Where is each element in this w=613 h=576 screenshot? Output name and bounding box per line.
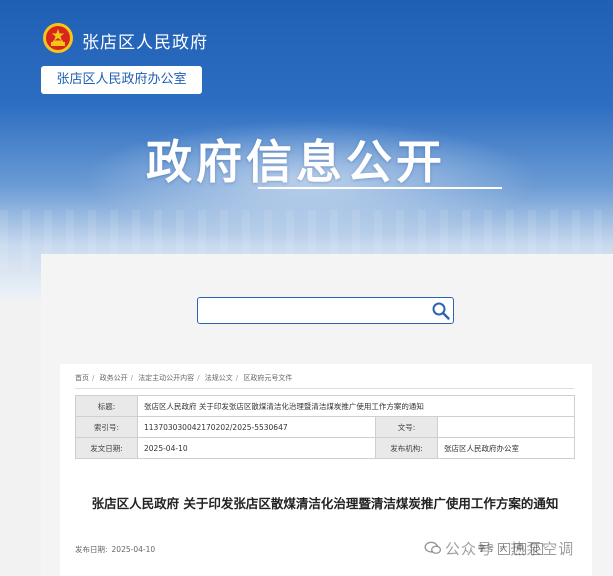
office-tag-button[interactable]: 张店区人民政府办公室 (41, 66, 202, 94)
publish-date-label: 发布日期: (75, 545, 108, 554)
breadcrumb-divider (75, 388, 574, 389)
meta-title-label: 标题: (75, 395, 138, 417)
meta-title-value: 张店区人民政府 关于印发张店区散煤清洁化治理暨清洁煤炭推广使用工作方案的通知 (137, 395, 575, 417)
watermark-text: 公众号 · 热泵空调 (445, 540, 575, 558)
banner-title: 政府信息公开 (146, 135, 446, 189)
article-title: 张店区人民政府 关于印发张店区散煤清洁化治理暨清洁煤炭推广使用工作方案的通知 (91, 496, 559, 511)
breadcrumb-regulations[interactable]: 法规公文 (205, 374, 233, 382)
meta-issuer-label: 发布机构: (375, 437, 438, 459)
meta-issue-date-value: 2025-04-10 (137, 437, 376, 459)
breadcrumb: 首页 / 政务公开 / 法定主动公开内容 / 法规公文 / 区政府元号文件 (75, 373, 295, 383)
meta-docno-value (437, 416, 575, 438)
breadcrumb-gov-affairs[interactable]: 政务公开 (100, 374, 128, 382)
meta-issue-date-label: 发文日期: (75, 437, 138, 459)
breadcrumb-home[interactable]: 首页 (75, 374, 89, 382)
publish-date: 发布日期: 2025-04-10 (75, 544, 159, 555)
breadcrumb-district-docs[interactable]: 区政府元号文件 (243, 374, 292, 382)
document-meta-table: 标题: 张店区人民政府 关于印发张店区散煤清洁化治理暨清洁煤炭推广使用工作方案的… (75, 395, 575, 459)
breadcrumb-separator: / (130, 374, 133, 382)
breadcrumb-separator: / (235, 374, 239, 382)
table-row: 标题: 张店区人民政府 关于印发张店区散煤清洁化治理暨清洁煤炭推广使用工作方案的… (75, 395, 575, 417)
national-emblem-icon (43, 23, 73, 53)
search-input[interactable] (197, 297, 454, 324)
breadcrumb-separator: / (92, 374, 95, 382)
wechat-icon (424, 541, 442, 554)
meta-index-label: 索引号: (75, 416, 138, 438)
breadcrumb-statutory[interactable]: 法定主动公开内容 (138, 374, 194, 382)
breadcrumb-separator: / (197, 374, 200, 382)
title-underline (258, 187, 502, 189)
search-icon[interactable] (431, 301, 451, 321)
publish-date-value: 2025-04-10 (111, 545, 156, 554)
meta-index-value: 11370303004217020​2/2025-5530647 (137, 416, 376, 438)
meta-docno-label: 文号: (375, 416, 438, 438)
table-row: 发文日期: 2025-04-10 发布机构: 张店区人民政府办公室 (75, 437, 575, 459)
table-row: 索引号: 11370303004217020​2/2025-5530647 文号… (75, 416, 575, 438)
meta-issuer-value: 张店区人民政府办公室 (437, 437, 575, 459)
site-title[interactable]: 张店区人民政府 (82, 28, 208, 53)
wechat-watermark: 公众号 · 热泵空调 (424, 538, 574, 559)
